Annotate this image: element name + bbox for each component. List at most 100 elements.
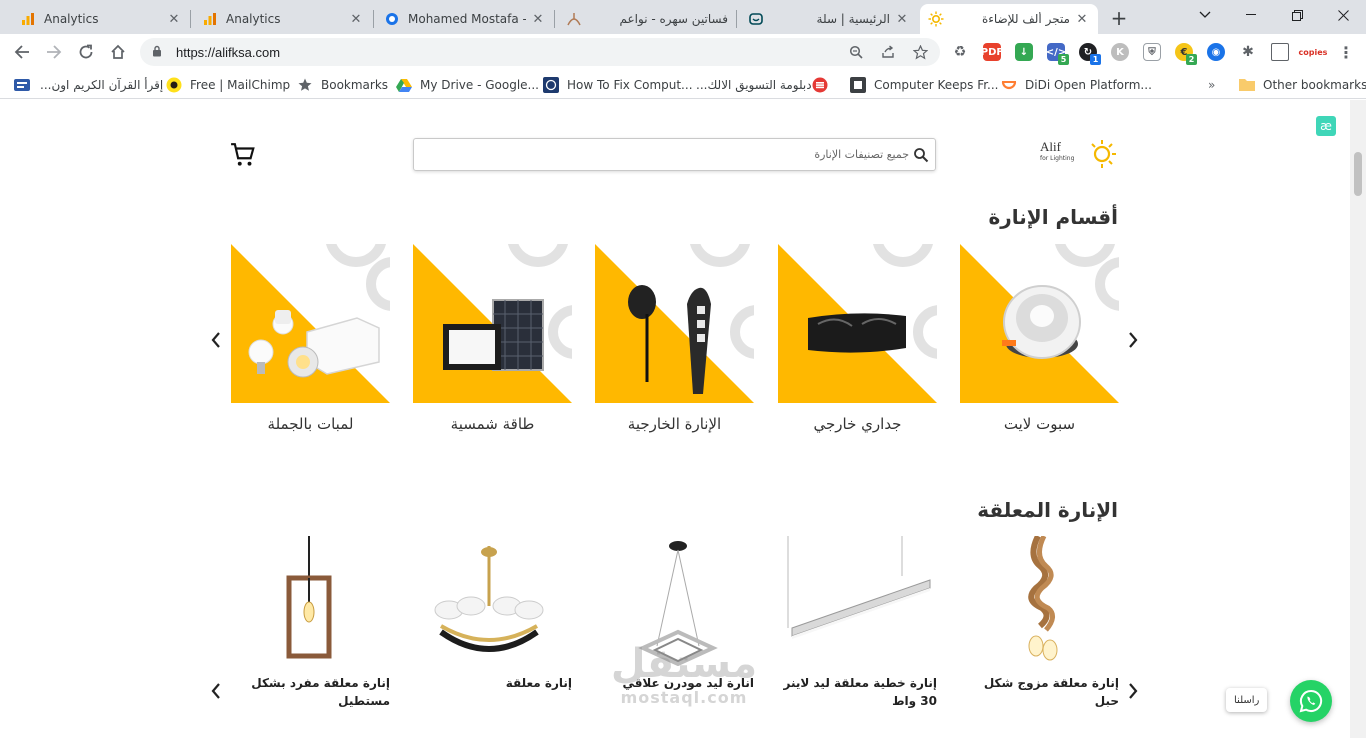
bookmark-label: Free | MailChimp bbox=[190, 78, 291, 92]
puzzle-extensions-icon[interactable]: ✱ bbox=[1239, 43, 1257, 61]
whatsapp-button[interactable] bbox=[1290, 680, 1332, 722]
categories-next-arrow[interactable] bbox=[1123, 328, 1143, 352]
bookmarks-overflow-button[interactable]: » bbox=[1208, 75, 1215, 95]
tab-nawaem[interactable]: فساتين سهره - نواعم bbox=[558, 4, 736, 34]
tab-title: Analytics bbox=[44, 12, 99, 26]
k-extension-icon[interactable]: K bbox=[1111, 43, 1129, 61]
search-input[interactable] bbox=[429, 148, 909, 161]
eye-extension-icon[interactable]: ◉ bbox=[1207, 43, 1225, 61]
product-card[interactable]: إنارة معلقة مفرد بشكل مستطيل bbox=[231, 536, 390, 710]
bookmark-apps[interactable] bbox=[14, 75, 38, 95]
category-card[interactable]: سبوت لايت bbox=[960, 244, 1119, 433]
category-card[interactable]: طاقة شمسية bbox=[413, 244, 572, 433]
product-card[interactable]: إنارة معلقة مزوج شكل حبل bbox=[960, 534, 1119, 710]
reload-button[interactable] bbox=[72, 38, 100, 66]
tab-analytics-1[interactable]: Analytics ✕ bbox=[12, 4, 190, 34]
bookmark-label: Other bookmarks bbox=[1263, 78, 1366, 92]
product-name[interactable]: إنارة خطية معلقة ليد لاينر 30 واط bbox=[778, 674, 938, 710]
close-tab-icon[interactable]: ✕ bbox=[1074, 11, 1090, 27]
bookmark-marketing-diploma[interactable]: دبلومة التسويق الالك... bbox=[696, 75, 836, 95]
bookmark-bookmarks[interactable]: Bookmarks bbox=[297, 75, 388, 95]
tab-divider bbox=[373, 10, 374, 28]
tab-alif-store[interactable]: متجر ألف للإضاءة ✕ bbox=[920, 4, 1098, 34]
close-tab-icon[interactable]: ✕ bbox=[894, 11, 910, 27]
search-icon[interactable] bbox=[913, 147, 929, 163]
back-button[interactable] bbox=[8, 38, 36, 66]
bookmark-label: How To Fix Comput... bbox=[567, 78, 693, 92]
url-field[interactable] bbox=[176, 44, 776, 60]
whatsapp-icon bbox=[1299, 689, 1323, 713]
cart-icon[interactable] bbox=[230, 142, 256, 168]
tab-salla[interactable]: الرئيسية | سلة ✕ bbox=[740, 4, 918, 34]
close-tab-icon[interactable]: ✕ bbox=[530, 11, 546, 27]
bookmark-label: Bookmarks bbox=[321, 78, 389, 92]
bookmark-didi[interactable]: DiDi Open Platform... bbox=[1001, 75, 1152, 95]
category-card[interactable]: الإنارة الخارجية bbox=[595, 244, 754, 433]
rope-pendant-image bbox=[960, 534, 1119, 666]
profile-icon bbox=[384, 11, 400, 27]
product-card[interactable]: إنارة خطية معلقة ليد لاينر 30 واط bbox=[778, 536, 937, 710]
restore-button[interactable] bbox=[1274, 0, 1320, 30]
site-logo[interactable]: Alif for Lighting bbox=[1038, 136, 1120, 172]
shield-extension-icon[interactable]: ⛨ bbox=[1143, 43, 1161, 61]
analytics-icon bbox=[20, 11, 36, 27]
category-name: سبوت لايت bbox=[1003, 415, 1076, 433]
home-button[interactable] bbox=[104, 38, 132, 66]
categories-prev-arrow[interactable] bbox=[206, 328, 226, 352]
page-scrollbar[interactable] bbox=[1350, 100, 1366, 738]
product-name[interactable]: إنارة معلقة مزوج شكل حبل bbox=[960, 674, 1119, 710]
extension-badge: 2 bbox=[1186, 54, 1197, 65]
minimize-button[interactable] bbox=[1228, 0, 1274, 30]
sync-extension-icon[interactable]: ↻ 1 bbox=[1079, 43, 1101, 65]
forward-button[interactable] bbox=[40, 38, 68, 66]
e-logo-icon bbox=[812, 77, 828, 93]
coin-extension-icon[interactable]: €2 bbox=[1175, 43, 1197, 65]
menu-dots-icon[interactable]: ⋮ bbox=[1337, 43, 1355, 62]
ae-extension-icon[interactable]: æ bbox=[1316, 116, 1336, 136]
bookmark-google-drive[interactable]: My Drive - Google... bbox=[396, 75, 539, 95]
share-icon[interactable] bbox=[880, 44, 896, 60]
bookmark-computer-keeps[interactable]: Computer Keeps Fr... bbox=[850, 75, 999, 95]
other-bookmarks-folder[interactable]: Other bookmarks bbox=[1239, 75, 1366, 95]
category-card[interactable]: لمبات بالجملة bbox=[231, 244, 390, 433]
recycle-extension-icon[interactable]: ♻ bbox=[951, 43, 969, 61]
tab-search-icon[interactable] bbox=[1182, 0, 1228, 30]
bookmark-label: إقرأ القرآن الكريم اون... bbox=[40, 78, 164, 92]
products-next-arrow[interactable] bbox=[1123, 679, 1143, 703]
copies-extension-icon[interactable]: copies bbox=[1299, 43, 1328, 61]
zoom-icon[interactable] bbox=[848, 44, 864, 60]
search-bar[interactable] bbox=[413, 138, 936, 171]
category-card[interactable]: جداري خارجي bbox=[778, 244, 937, 433]
product-card[interactable]: إنارة معلقة bbox=[413, 536, 572, 692]
close-tab-icon[interactable]: ✕ bbox=[166, 11, 182, 27]
tab-title: فساتين سهره - نواعم bbox=[619, 12, 728, 26]
download-extension-icon[interactable]: ↓ bbox=[1015, 43, 1033, 61]
hanging-lights-title: الإنارة المعلقة bbox=[977, 498, 1118, 522]
close-window-button[interactable] bbox=[1320, 0, 1366, 30]
products-prev-arrow[interactable] bbox=[206, 679, 226, 703]
bookmark-star-icon[interactable] bbox=[912, 44, 928, 60]
whatsapp-label[interactable]: راسلنا bbox=[1226, 688, 1268, 712]
new-tab-button[interactable]: + bbox=[1106, 6, 1132, 30]
outdoor-light-icon bbox=[595, 244, 754, 403]
bookmarks-bar: إقرأ القرآن الكريم اون... Free | MailChi… bbox=[0, 70, 1366, 99]
address-bar[interactable] bbox=[140, 38, 940, 66]
browser-toolbar: ♻ PDF ↓ </>5 ↻1 K ⛨ €2 ◉ ✱ copies ⋮ bbox=[0, 34, 1366, 70]
tab-analytics-2[interactable]: Analytics ✕ bbox=[194, 4, 372, 34]
pdf-extension-icon[interactable]: PDF bbox=[981, 43, 1003, 61]
tab-divider bbox=[190, 10, 191, 28]
scrollbar-thumb[interactable] bbox=[1354, 152, 1362, 196]
drive-icon bbox=[396, 77, 412, 93]
code-extension-icon[interactable]: </> 5 bbox=[1046, 43, 1069, 65]
analytics-icon bbox=[202, 11, 218, 27]
bookmark-how-to-fix[interactable]: How To Fix Comput... bbox=[543, 75, 693, 95]
tab-mohamed-mostafa[interactable]: Mohamed Mostafa - ✕ bbox=[376, 4, 554, 34]
category-name: طاقة شمسية bbox=[450, 415, 535, 433]
product-name[interactable]: إنارة معلقة مفرد بشكل مستطيل bbox=[231, 674, 390, 710]
bookmark-mailchimp[interactable]: Free | MailChimp bbox=[166, 75, 290, 95]
side-panel-icon[interactable] bbox=[1271, 43, 1289, 61]
product-name[interactable]: إنارة معلقة bbox=[413, 674, 572, 692]
solar-panel-icon bbox=[413, 244, 572, 403]
wall-light-icon bbox=[778, 244, 937, 403]
close-tab-icon[interactable]: ✕ bbox=[348, 11, 364, 27]
